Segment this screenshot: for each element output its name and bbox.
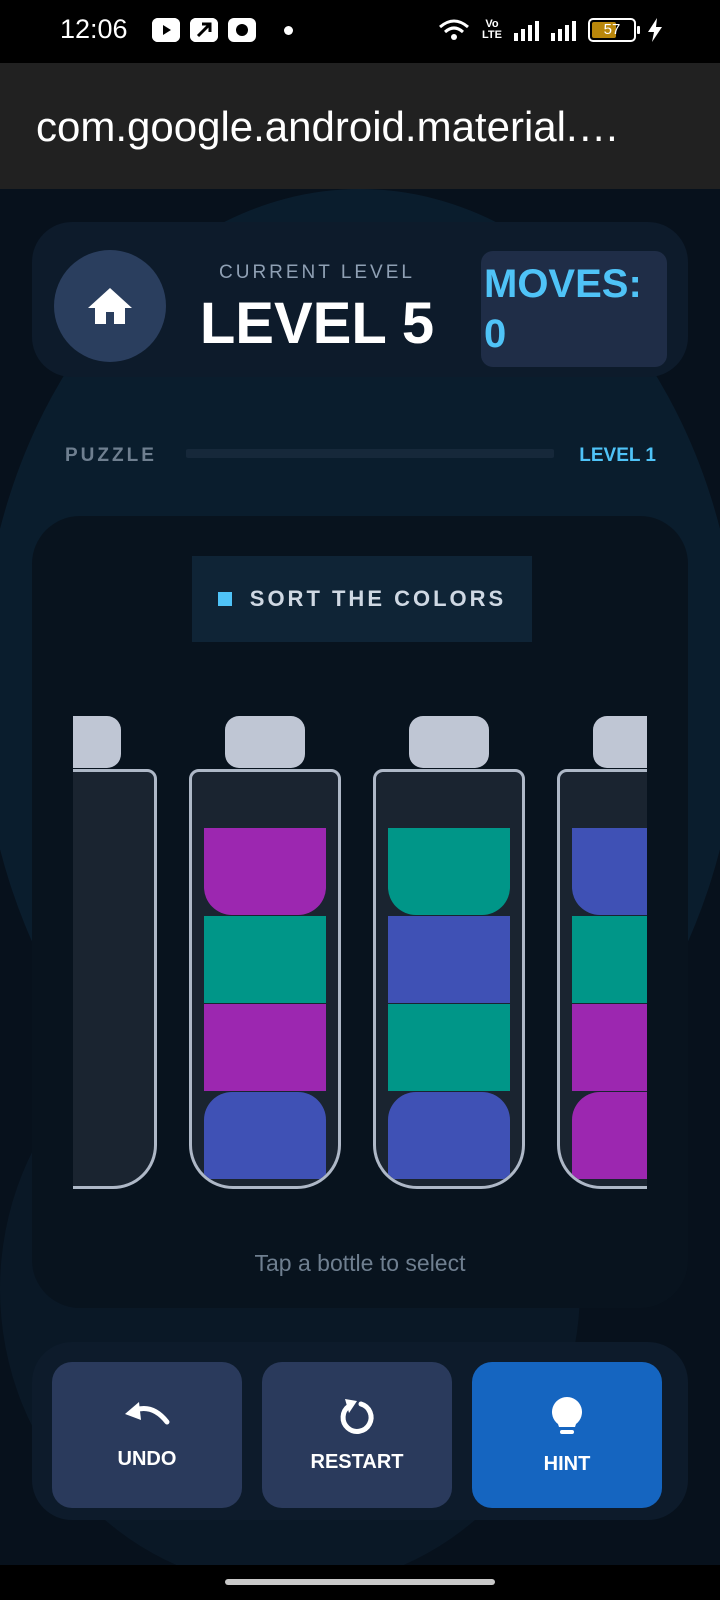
app-title: com.google.android.material.… xyxy=(36,103,620,150)
app-notification-icon xyxy=(190,18,218,42)
notification-icons xyxy=(152,18,293,42)
liquid-segment xyxy=(204,828,326,915)
battery-icon: 57 xyxy=(588,18,640,42)
youtube-icon xyxy=(152,18,180,42)
tap-hint: Tap a bottle to select xyxy=(254,1250,466,1276)
bottle[interactable] xyxy=(557,716,647,1196)
game-screen: CURRENT LEVEL LEVEL 5 MOVES: 0 PUZZLE LE… xyxy=(0,189,720,1565)
level-header: CURRENT LEVEL LEVEL 5 MOVES: 0 xyxy=(32,222,688,377)
home-icon xyxy=(88,288,132,324)
liquid-segment xyxy=(388,1092,510,1179)
status-time: 12:06 xyxy=(60,14,128,44)
lightbulb-icon xyxy=(552,1396,582,1434)
volte-indicator: Vo LTE xyxy=(482,18,502,41)
liquid-segment xyxy=(204,1092,326,1179)
bottle-cap xyxy=(225,716,305,768)
level-title: LEVEL 5 xyxy=(199,291,435,356)
bottle-body xyxy=(373,769,525,1189)
app-title-bar: com.google.android.material.… xyxy=(0,63,720,189)
gesture-nav-bar xyxy=(0,1565,720,1600)
bottles-row[interactable] xyxy=(73,716,647,1236)
status-bar: 12:06 Vo LTE 57 xyxy=(0,0,720,63)
current-level-caption: CURRENT LEVEL xyxy=(219,262,415,283)
charging-icon xyxy=(648,18,662,42)
liquid-segment xyxy=(572,1092,647,1179)
undo-icon xyxy=(125,1401,170,1424)
controls-bar: UNDO RESTART HINT xyxy=(32,1342,688,1520)
moves-counter: MOVES: 0 xyxy=(481,251,667,367)
restart-icon xyxy=(340,1398,374,1434)
liquid-segment xyxy=(572,828,647,915)
liquid-segment xyxy=(388,828,510,915)
bottle[interactable] xyxy=(373,716,525,1196)
liquid-segment xyxy=(204,916,326,1003)
liquid-segment xyxy=(572,1004,647,1091)
bottle[interactable] xyxy=(73,716,157,1196)
signal-icon xyxy=(514,19,539,41)
bottle-cap xyxy=(73,716,121,768)
bottle-cap xyxy=(409,716,489,768)
wifi-icon xyxy=(439,19,470,40)
liquid-segment xyxy=(388,1004,510,1091)
hint-button[interactable]: HINT xyxy=(472,1362,662,1508)
bottle-body xyxy=(189,769,341,1189)
instruction-text: SORT THE COLORS xyxy=(249,586,507,611)
restart-label: RESTART xyxy=(310,1450,404,1473)
puzzle-label: PUZZLE xyxy=(65,445,157,466)
undo-label: UNDO xyxy=(117,1447,177,1470)
home-gesture-handle[interactable] xyxy=(225,1579,495,1585)
liquid-segment xyxy=(388,916,510,1003)
home-button[interactable] xyxy=(54,250,166,362)
undo-button[interactable]: UNDO xyxy=(52,1362,242,1508)
badge-square-icon xyxy=(217,592,232,606)
bottle[interactable] xyxy=(189,716,341,1196)
instruction-badge: SORT THE COLORS xyxy=(192,556,532,642)
restart-button[interactable]: RESTART xyxy=(262,1362,452,1508)
hint-label: HINT xyxy=(543,1452,591,1475)
liquid-segment xyxy=(204,1004,326,1091)
progress-level-label: LEVEL 1 xyxy=(579,445,656,466)
system-icons: Vo LTE 57 xyxy=(438,18,662,42)
bottle-body xyxy=(73,769,157,1189)
liquid-segment xyxy=(572,916,647,1003)
chat-notification-icon xyxy=(228,18,256,42)
puzzle-board: SORT THE COLORS Tap a bottle to select xyxy=(32,516,688,1308)
bottle-body xyxy=(557,769,647,1189)
progress-bar xyxy=(186,449,554,458)
more-notifications-dot xyxy=(284,25,293,35)
signal-icon-2 xyxy=(551,19,576,41)
bottle-cap xyxy=(593,716,647,768)
